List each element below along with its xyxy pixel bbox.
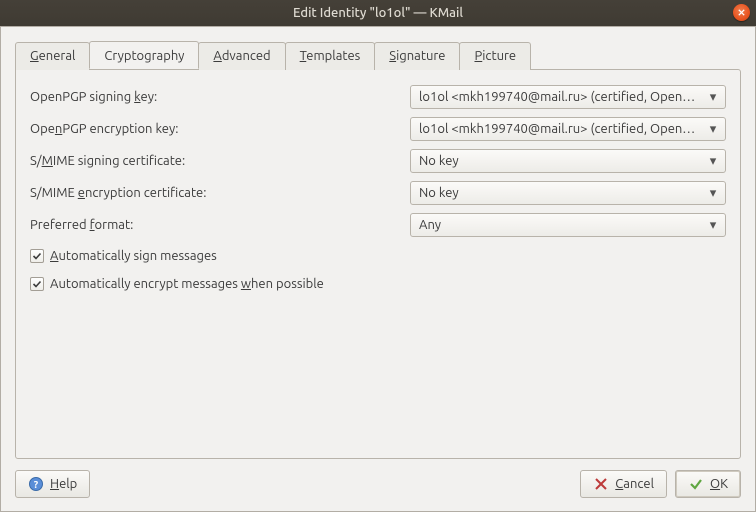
- tab-cryptography[interactable]: Cryptography: [89, 41, 199, 69]
- label-auto-encrypt: Automatically encrypt messages when poss…: [50, 277, 324, 291]
- combo-preferred-format[interactable]: Any ▾: [410, 213, 726, 237]
- chevron-down-icon: ▾: [707, 218, 719, 233]
- ok-button[interactable]: OK: [675, 470, 741, 498]
- checkbox-auto-sign[interactable]: [30, 249, 44, 263]
- combo-openpgp-signing-key[interactable]: lo1ol <mkh199740@mail.ru> (certified, Op…: [410, 85, 726, 109]
- combo-smime-encryption-cert[interactable]: No key ▾: [410, 181, 726, 205]
- label-openpgp-signing-key: OpenPGP signing key:: [30, 90, 410, 104]
- button-label: Cancel: [615, 477, 654, 491]
- row-smime-encryption-cert: S/MIME encryption certificate: No key ▾: [30, 180, 726, 206]
- titlebar: Edit Identity "lo1ol" — KMail: [0, 0, 756, 26]
- combo-value: lo1ol <mkh199740@mail.ru> (certified, Op…: [419, 90, 703, 104]
- label-preferred-format: Preferred format:: [30, 218, 410, 232]
- combo-value: No key: [419, 154, 703, 168]
- label-openpgp-encryption-key: OpenPGP encryption key:: [30, 122, 410, 136]
- tab-signature[interactable]: Signature: [374, 42, 460, 70]
- row-smime-signing-cert: S/MIME signing certificate: No key ▾: [30, 148, 726, 174]
- tab-templates[interactable]: Templates: [285, 42, 376, 70]
- button-bar: ? Help Cancel OK: [15, 469, 741, 499]
- row-openpgp-encryption-key: OpenPGP encryption key: lo1ol <mkh199740…: [30, 116, 726, 142]
- tab-picture[interactable]: Picture: [459, 42, 531, 70]
- row-preferred-format: Preferred format: Any ▾: [30, 212, 726, 238]
- help-button[interactable]: ? Help: [15, 470, 90, 498]
- label-auto-sign: Automatically sign messages: [50, 249, 217, 263]
- chevron-down-icon: ▾: [707, 186, 719, 201]
- check-icon: [32, 279, 42, 289]
- tab-advanced[interactable]: Advanced: [198, 42, 285, 70]
- cancel-button[interactable]: Cancel: [580, 470, 667, 498]
- combo-openpgp-encryption-key[interactable]: lo1ol <mkh199740@mail.ru> (certified, Op…: [410, 117, 726, 141]
- dialog-body: General Cryptography Advanced Templates …: [0, 26, 756, 512]
- row-auto-encrypt: Automatically encrypt messages when poss…: [30, 272, 726, 296]
- label-smime-signing-cert: S/MIME signing certificate:: [30, 154, 410, 168]
- combo-smime-signing-cert[interactable]: No key ▾: [410, 149, 726, 173]
- cancel-icon: [593, 476, 609, 492]
- tabbar: General Cryptography Advanced Templates …: [15, 41, 741, 69]
- combo-value: No key: [419, 186, 703, 200]
- row-openpgp-signing-key: OpenPGP signing key: lo1ol <mkh199740@ma…: [30, 84, 726, 110]
- window-title: Edit Identity "lo1ol" — KMail: [293, 6, 463, 20]
- chevron-down-icon: ▾: [707, 90, 719, 105]
- check-icon: [32, 251, 42, 261]
- tab-general[interactable]: General: [15, 42, 90, 70]
- chevron-down-icon: ▾: [707, 122, 719, 137]
- tab-panel-cryptography: OpenPGP signing key: lo1ol <mkh199740@ma…: [15, 69, 741, 459]
- checkbox-auto-encrypt[interactable]: [30, 277, 44, 291]
- chevron-down-icon: ▾: [707, 154, 719, 169]
- ok-icon: [688, 476, 704, 492]
- label-smime-encryption-cert: S/MIME encryption certificate:: [30, 186, 410, 200]
- button-label: OK: [710, 477, 728, 491]
- combo-value: Any: [419, 218, 703, 232]
- close-icon: [737, 8, 746, 17]
- button-label: Help: [50, 477, 77, 491]
- help-icon: ?: [28, 476, 44, 492]
- close-button[interactable]: [733, 4, 750, 21]
- combo-value: lo1ol <mkh199740@mail.ru> (certified, Op…: [419, 122, 703, 136]
- svg-text:?: ?: [34, 479, 39, 490]
- row-auto-sign: Automatically sign messages: [30, 244, 726, 268]
